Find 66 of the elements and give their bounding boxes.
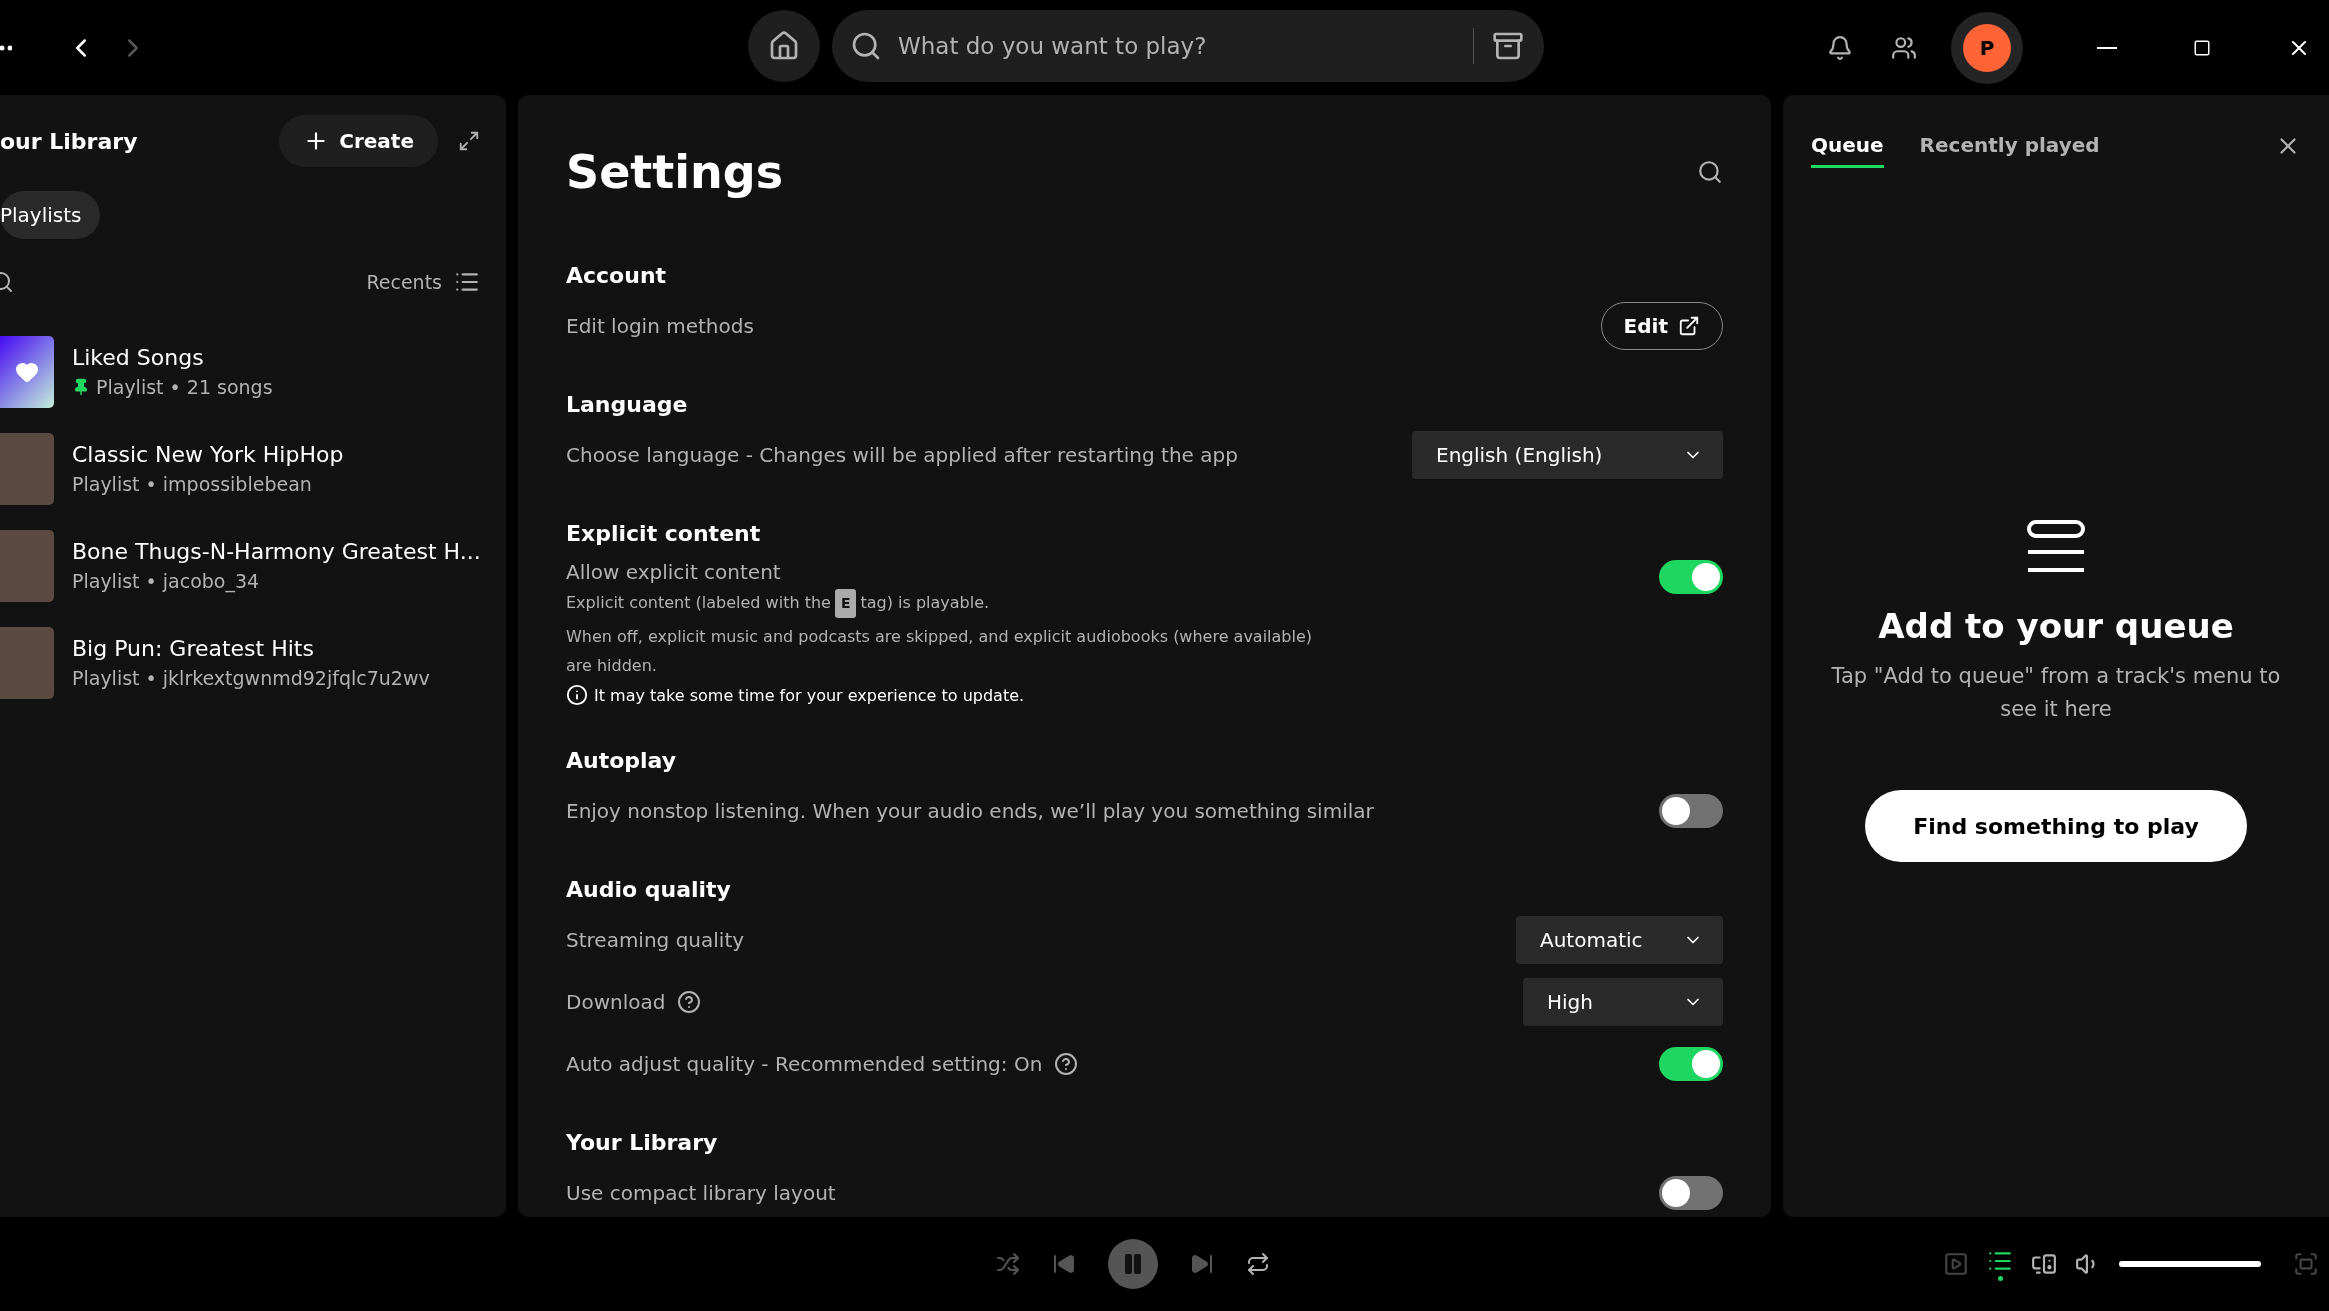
section-heading: Autoplay [566,748,678,773]
section-heading: Language [566,392,689,417]
help-icon[interactable] [1054,1052,1079,1076]
settings-title: Settings [566,145,784,199]
setting-label: Use compact library layout [566,1181,836,1205]
setting-label: Choose language - Changes will be applied after restarting the app [566,443,1238,467]
playlist-title[interactable]: Liked Songs [72,345,273,370]
setting-description: Explicit content (labeled with the E tag) is playable. [566,588,1326,618]
panel-tab[interactable]: Queue [1811,123,1884,168]
info-text: It may take some time for your experience to update. [594,685,1025,705]
search-bar[interactable]: What do you want to play? [832,10,1544,82]
playlist-subtitle: Playlist • 21 songs [96,376,273,398]
create-button[interactable]: Create [279,115,438,167]
toggle-switch[interactable] [1659,1047,1723,1081]
playlist-subtitle: Playlist • jacobo_34 [72,570,260,592]
section-heading: Explicit content [566,521,762,546]
bell-icon [1827,34,1853,61]
volume-slider[interactable] [2119,1261,2261,1267]
repeat-icon[interactable] [1246,1252,1270,1276]
playlist-title[interactable]: Big Pun: Greatest Hits [72,636,430,661]
dropdown[interactable]: High [1523,978,1723,1026]
sort-label[interactable]: Recents [366,271,442,293]
external-link-icon [1678,315,1700,337]
toggle-switch[interactable] [1659,560,1723,594]
search-icon[interactable] [1697,159,1723,185]
toggle-switch[interactable] [1659,794,1723,828]
search-field[interactable]: What do you want to play? [896,32,1459,60]
panel-tab[interactable]: Recently played [1919,123,2100,168]
library-title: our Library [0,128,139,154]
setting-note: When off, explicit music and podcasts are skipped, and explicit audiobooks (where available) are hidden. [566,626,1314,677]
speaker-icon[interactable] [2031,1251,2057,1277]
filter-chip[interactable]: Playlists [0,191,100,239]
help-icon[interactable] [677,990,702,1014]
playlist-title[interactable]: Classic New York HipHop [72,442,344,467]
pause-button[interactable] [1108,1239,1158,1289]
playlist-title[interactable]: Bone Thugs-N-Harmony Greatest H... [72,539,481,564]
playlist-subtitle: Playlist • impossiblebean [72,473,312,495]
setting-label: Edit login methods [566,314,754,338]
more-icon[interactable] [0,44,12,51]
setting-label: Streaming quality [566,928,745,952]
find-button[interactable]: Find something to play [1865,790,2247,862]
minimize-icon [2097,46,2117,49]
setting-label: Allow explicit content [566,560,781,584]
expand-icon[interactable] [458,130,480,152]
archive-icon [1492,30,1524,62]
dropdown[interactable]: Automatic [1516,916,1723,964]
maximize-icon [2193,38,2211,57]
section-heading: Your Library [566,1130,719,1155]
previous-icon[interactable] [1052,1252,1076,1276]
section-heading: Account [566,263,668,288]
setting-label: Download [566,990,666,1014]
profile-button[interactable]: P [1951,11,2023,84]
people-icon [1891,34,1917,61]
shuffle-icon[interactable] [996,1252,1020,1276]
section-heading: Audio quality [566,877,732,902]
setting-label: Auto adjust quality - Recommended setting: On [566,1052,1043,1076]
empty-text: Tap "Add to queue" from a track's menu to see it here [1830,663,2282,723]
playlist-subtitle: Playlist • jklrkextgwnmd92jfqlc7u2wv [72,667,430,689]
info-icon [566,684,588,706]
home-icon [768,30,800,62]
next-icon[interactable] [1190,1252,1214,1276]
dropdown[interactable]: English (English) [1412,431,1723,479]
empty-title: Add to your queue [1878,606,2234,646]
search-icon [850,30,882,62]
toggle-switch[interactable] [1659,1176,1723,1210]
setting-label: Enjoy nonstop listening. When your audio ends, we’ll play you something similar [566,799,1374,823]
